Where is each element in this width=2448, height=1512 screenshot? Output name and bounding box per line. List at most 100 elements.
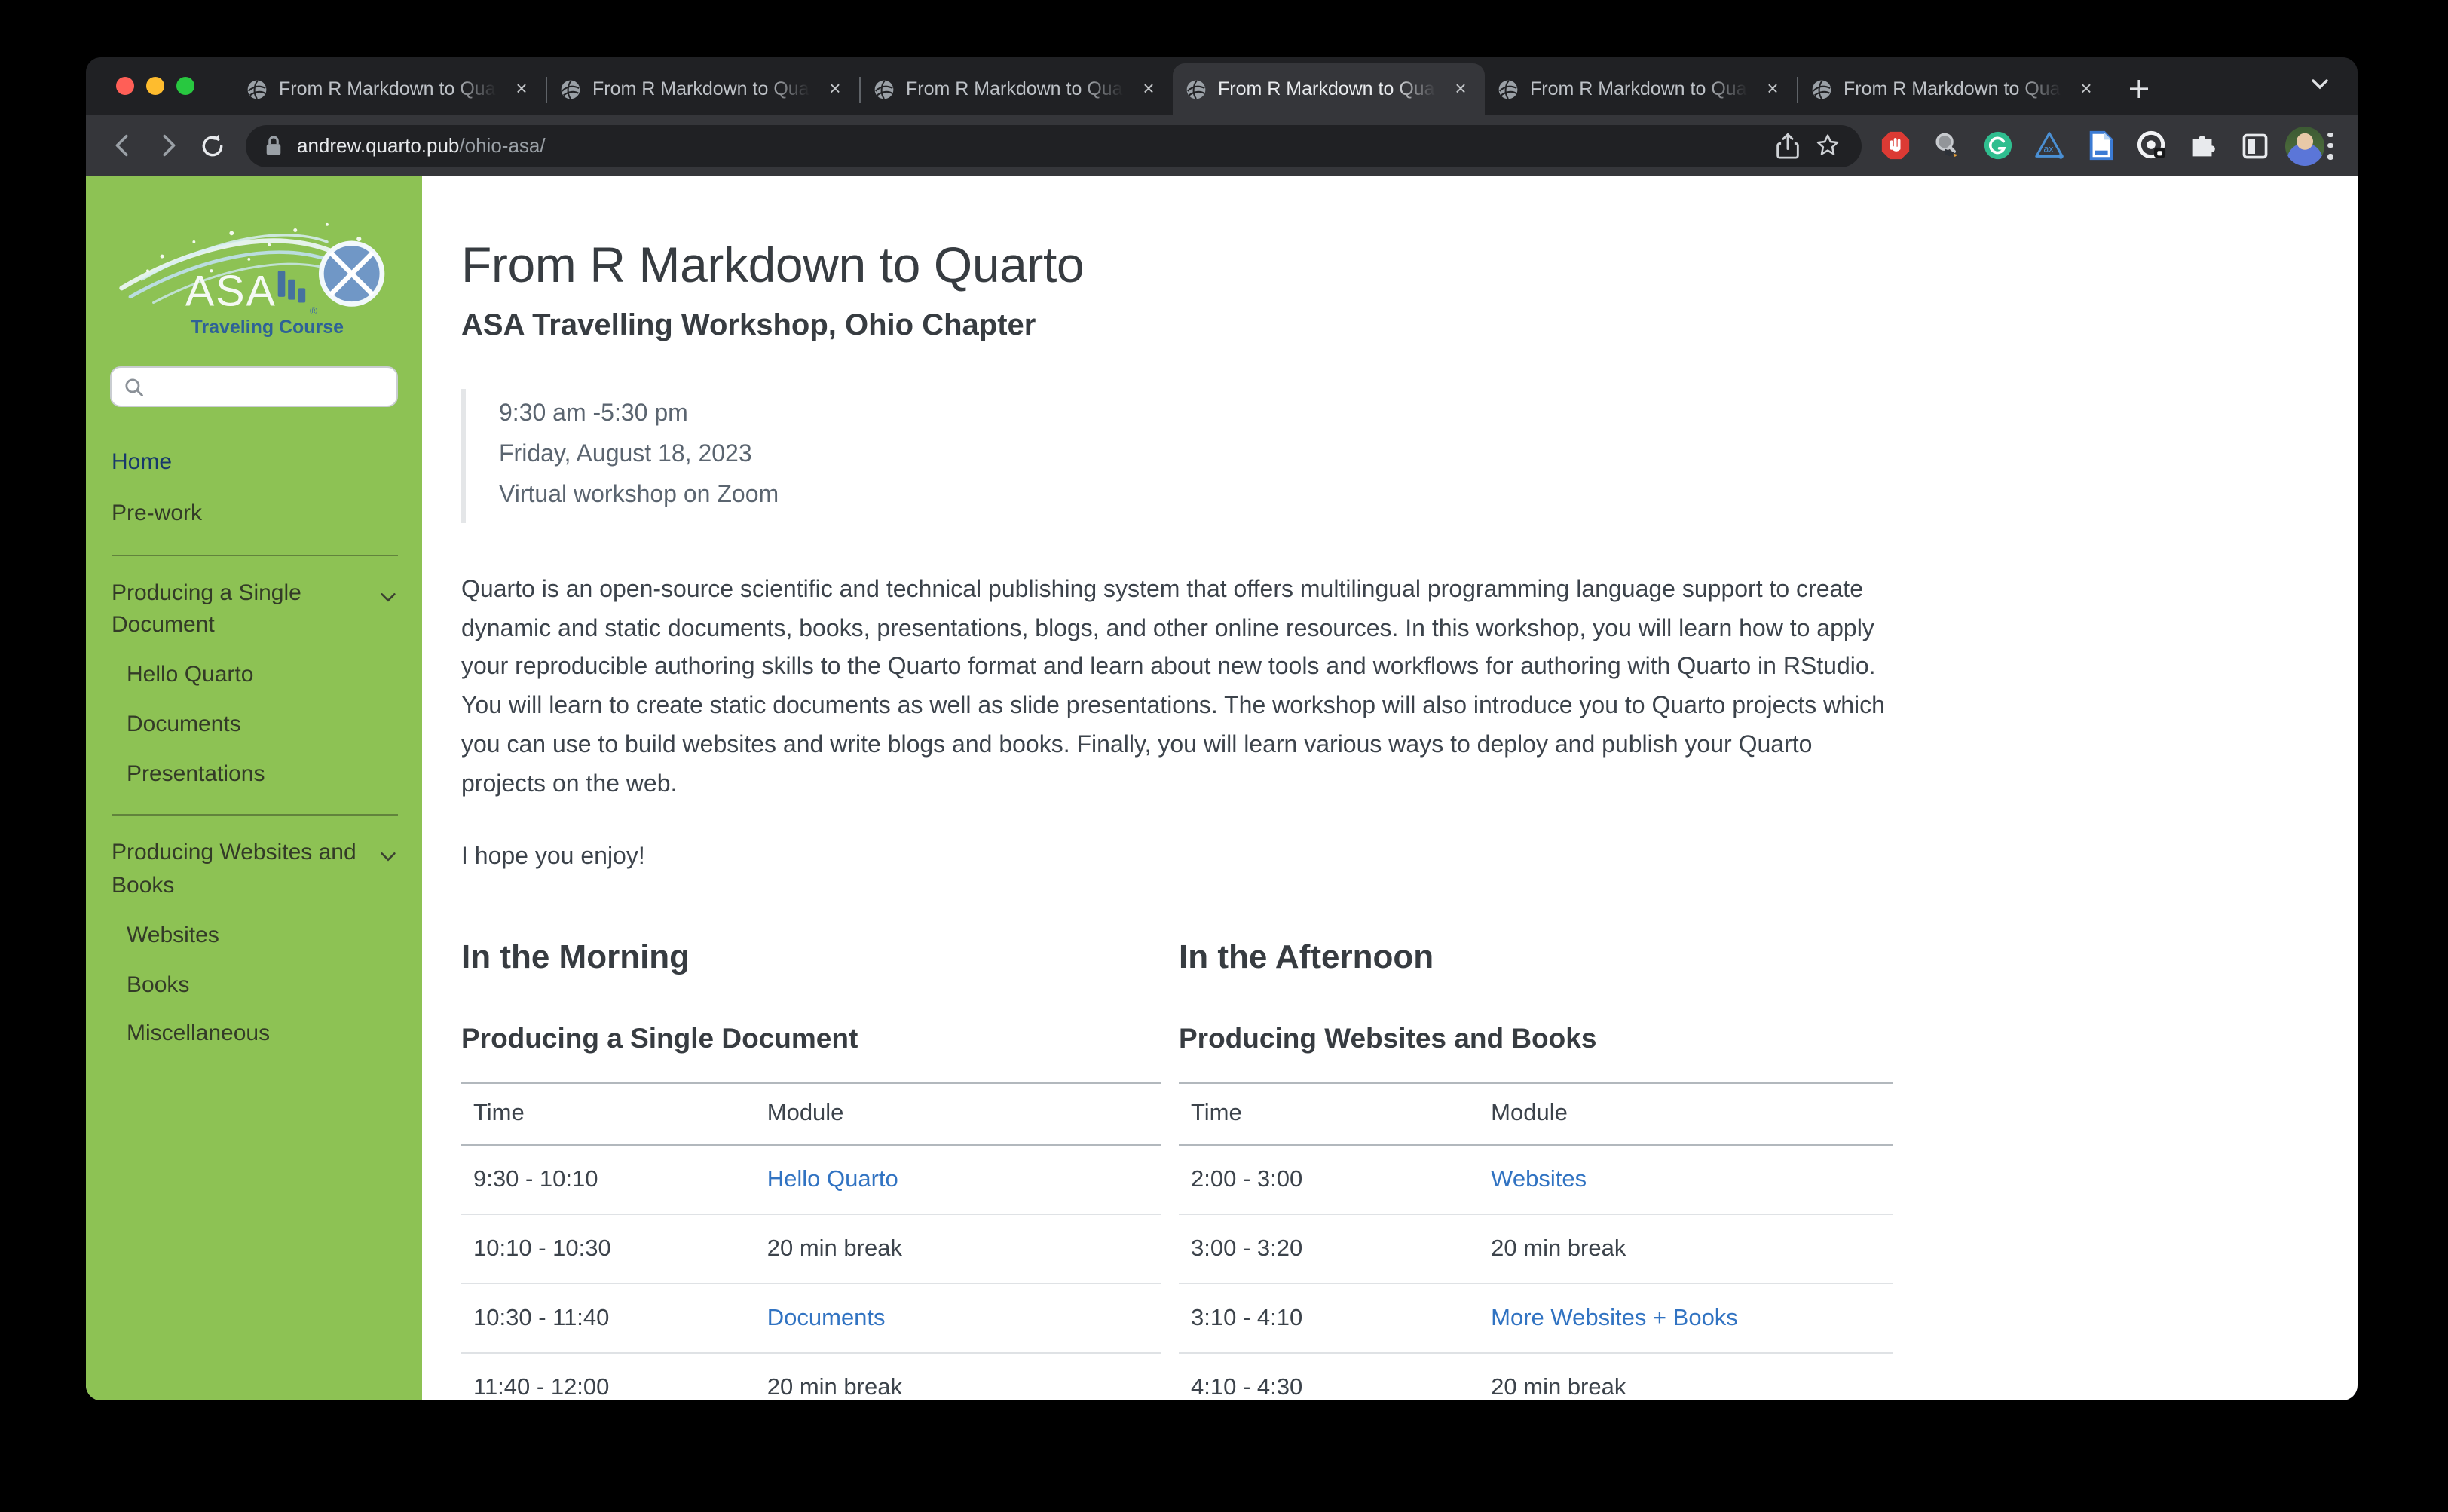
password-manager-extension-button[interactable]	[2136, 130, 2168, 161]
close-tab-icon[interactable]: ×	[1761, 77, 1785, 101]
morning-section: In the Morning Producing a Single Docume…	[461, 923, 1161, 1400]
browser-tab[interactable]: From R Markdown to Quar×	[1173, 63, 1485, 115]
tab-search-button[interactable]	[2309, 74, 2330, 103]
new-tab-button[interactable]	[2119, 69, 2159, 109]
close-tab-icon[interactable]: ×	[1449, 77, 1473, 101]
browser-tab[interactable]: From R Markdown to Quar×	[234, 63, 546, 115]
page-subtitle: ASA Travelling Workshop, Ohio Chapter	[461, 309, 1893, 344]
browser-tab[interactable]: From R Markdown to Quar ×	[547, 63, 859, 115]
afternoon-subheading: Producing Websites and Books	[1179, 1022, 1893, 1055]
module-cell: Documents	[755, 1284, 1161, 1353]
time-cell: 2:00 - 3:00	[1179, 1145, 1479, 1214]
minimize-window-button[interactable]	[146, 77, 164, 95]
reload-icon	[199, 132, 226, 159]
sidebar-item-websites[interactable]: Websites	[127, 920, 398, 953]
tab-strip: From R Markdown to Quar× From R Markdown…	[86, 57, 2358, 115]
schedule-row: 2:00 - 3:00 Websites	[1179, 1145, 1893, 1214]
axe-icon: ax	[2033, 130, 2065, 161]
url-path: /ohio-asa/	[459, 134, 545, 157]
module-link[interactable]: More Websites + Books	[1491, 1305, 1738, 1330]
sidebar-item-miscellaneous[interactable]: Miscellaneous	[127, 1018, 398, 1051]
enjoy-paragraph: I hope you enjoy!	[461, 844, 1893, 871]
sidebar-item-home[interactable]: Home	[112, 446, 398, 479]
browser-tab[interactable]: From R Markdown to Quar×	[1798, 63, 2110, 115]
globe-favicon-icon	[559, 78, 582, 100]
sidebar-item-presentations[interactable]: Presentations	[127, 758, 398, 791]
document-extension-button[interactable]	[2085, 130, 2116, 161]
schedule-row: 3:10 - 4:10More Websites + Books	[1179, 1284, 1893, 1353]
event-details: 9:30 am -5:30 pm Friday, August 18, 2023…	[461, 389, 1893, 522]
browser-menu-button[interactable]	[2327, 132, 2333, 159]
sidebar-item-documents[interactable]: Documents	[127, 709, 398, 742]
grammarly-extension-button[interactable]	[1982, 130, 2014, 161]
module-cell: 20 min break	[1479, 1214, 1893, 1284]
back-icon	[108, 131, 136, 160]
section-label: Producing a Single Document	[112, 577, 378, 642]
adblock-icon	[1880, 130, 1911, 161]
search-bird-icon	[1931, 130, 1963, 161]
close-tab-icon[interactable]: ×	[2074, 77, 2098, 101]
sidebar-item-hello-quarto[interactable]: Hello Quarto	[127, 659, 398, 692]
sidebar-item-books[interactable]: Books	[127, 969, 398, 1002]
password-lock-icon	[2136, 130, 2168, 161]
registered-mark: ®	[309, 305, 317, 317]
afternoon-section: In the Afternoon Producing Websites and …	[1179, 923, 1893, 1400]
browser-toolbar: andrew.quarto.pub/ohio-asa/	[86, 115, 2358, 176]
profile-avatar[interactable]	[2285, 126, 2324, 165]
extensions-button[interactable]	[2187, 130, 2219, 161]
schedule-row: 4:10 - 4:3020 min break	[1179, 1353, 1893, 1400]
adblock-extension-button[interactable]	[1880, 130, 1911, 161]
zoom-window-button[interactable]	[176, 77, 194, 95]
extensions-row: ax	[1880, 130, 2270, 161]
column-header-module: Module	[755, 1083, 1161, 1145]
intro-paragraph: Quarto is an open-source scientific and …	[461, 571, 1893, 805]
reload-button[interactable]	[191, 124, 234, 167]
desktop-background: From R Markdown to Quar× From R Markdown…	[0, 0, 2448, 1512]
axe-devtools-extension-button[interactable]: ax	[2033, 130, 2065, 161]
time-cell: 10:30 - 11:40	[461, 1284, 755, 1353]
search-tool-extension-button[interactable]	[1931, 130, 1963, 161]
browser-tab[interactable]: From R Markdown to Quar×	[861, 63, 1173, 115]
close-tab-icon[interactable]: ×	[509, 77, 534, 101]
event-date: Friday, August 18, 2023	[499, 436, 1893, 476]
address-bar[interactable]: andrew.quarto.pub/ohio-asa/	[246, 124, 1862, 167]
chevron-down-icon	[378, 587, 398, 607]
module-link[interactable]: Documents	[767, 1305, 886, 1330]
back-button[interactable]	[101, 124, 143, 167]
svg-text:ASA: ASA	[185, 267, 276, 315]
svg-text:ax: ax	[2043, 144, 2054, 155]
schedule-row: 11:40 - 12:0020 min break	[461, 1353, 1161, 1400]
column-header-time: Time	[1179, 1083, 1479, 1145]
schedule-row: 9:30 - 10:10Hello Quarto	[461, 1145, 1161, 1214]
morning-heading: In the Morning	[461, 938, 1161, 977]
close-window-button[interactable]	[116, 77, 134, 95]
time-cell: 4:10 - 4:30	[1179, 1353, 1479, 1400]
share-button[interactable]	[1768, 126, 1807, 165]
sidebar-item-producing-a-single-document[interactable]: Producing a Single Document	[112, 577, 398, 642]
tab-title: From R Markdown to Quar	[592, 78, 817, 99]
browser-tab[interactable]: From R Markdown to Quar×	[1485, 63, 1797, 115]
close-tab-icon[interactable]: ×	[1137, 77, 1161, 101]
search-input[interactable]	[154, 374, 384, 399]
side-panel-icon	[2239, 130, 2269, 161]
side-panel-button[interactable]	[2238, 130, 2270, 161]
morning-schedule-table: Time Module 9:30 - 10:10Hello Quarto10:1…	[461, 1082, 1161, 1400]
globe-favicon-icon	[1497, 78, 1519, 100]
afternoon-heading: In the Afternoon	[1179, 938, 1893, 977]
close-tab-icon[interactable]: ×	[823, 77, 847, 101]
sidebar-item-producing-websites-and-books[interactable]: Producing Websites and Books	[112, 837, 398, 903]
sidebar-item-pre-work[interactable]: Pre-work	[112, 497, 398, 531]
browser-window: From R Markdown to Quar× From R Markdown…	[86, 57, 2358, 1400]
module-cell: Hello Quarto	[755, 1145, 1161, 1214]
bookmark-star-icon	[1814, 133, 1840, 158]
sidebar-search[interactable]	[110, 366, 398, 407]
bookmark-button[interactable]	[1807, 126, 1847, 165]
sidebar-divider	[112, 815, 398, 816]
module-cell: More Websites + Books	[1479, 1284, 1893, 1353]
module-link[interactable]: Hello Quarto	[767, 1166, 898, 1192]
column-header-time: Time	[461, 1083, 755, 1145]
forward-button[interactable]	[146, 124, 188, 167]
afternoon-schedule-table: Time Module 2:00 - 3:00Websites3:00 - 3:…	[1179, 1082, 1893, 1400]
module-cell: 20 min break	[755, 1353, 1161, 1400]
module-link[interactable]: Websites	[1491, 1166, 1587, 1192]
